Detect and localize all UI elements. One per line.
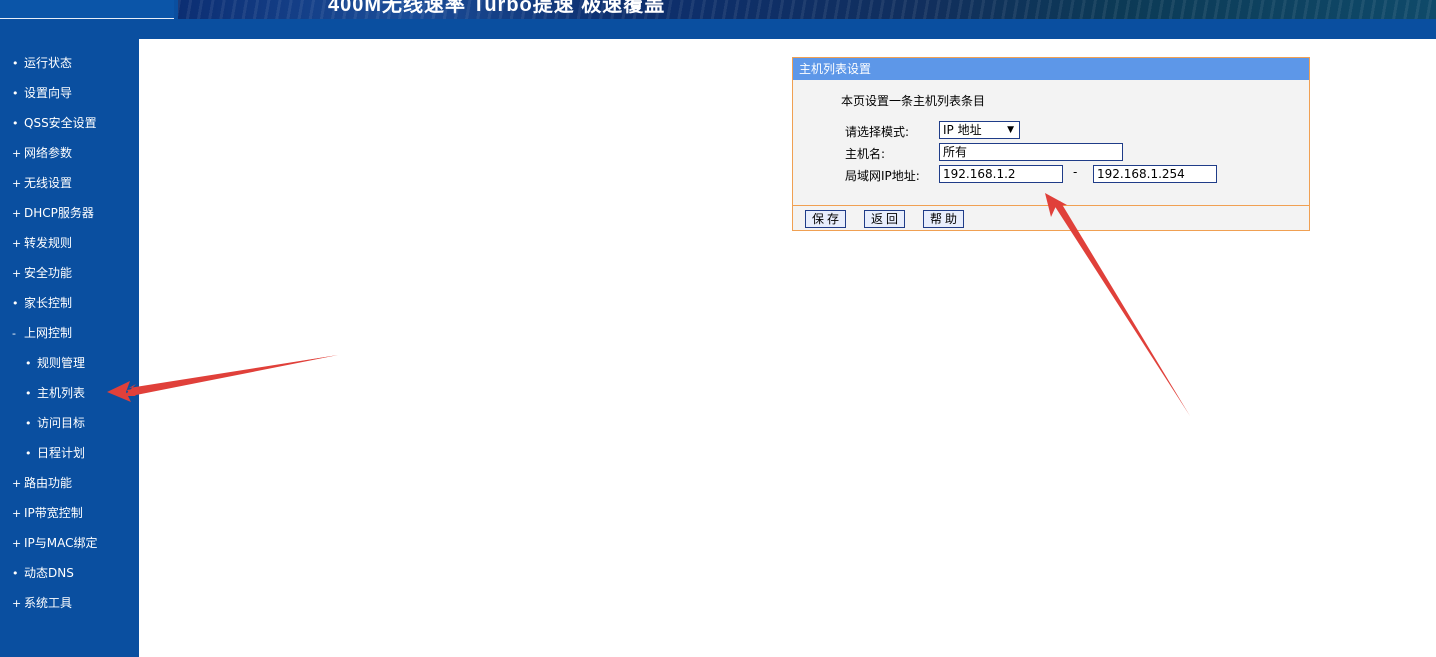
ip-range-separator: -: [1073, 165, 1078, 179]
panel-description: 本页设置一条主机列表条目: [841, 94, 986, 108]
nav-item-label: 规则管理: [37, 356, 86, 370]
ip-end-input[interactable]: 192.168.1.254: [1093, 165, 1217, 183]
nav-item-label: 无线设置: [24, 176, 73, 190]
bullet-icon: •: [25, 357, 32, 370]
nav-item-access-control[interactable]: - 上网控制: [12, 323, 72, 343]
nav-item-ddns[interactable]: • 动态DNS: [12, 563, 74, 583]
nav-item-label: 上网控制: [24, 326, 73, 340]
nav-item-wizard[interactable]: • 设置向导: [12, 83, 72, 103]
nav-item-wireless[interactable]: + 无线设置: [12, 173, 72, 193]
nav-item-label: 访问目标: [37, 416, 86, 430]
expand-icon: +: [12, 207, 22, 220]
expand-icon: +: [12, 507, 22, 520]
save-button[interactable]: 保存: [805, 210, 846, 228]
nav-item-label: QSS安全设置: [24, 116, 97, 130]
nav-item-label: 家长控制: [24, 296, 73, 310]
panel-title: 主机列表设置: [793, 58, 1309, 80]
bullet-icon: •: [12, 297, 19, 310]
nav-item-label: IP带宽控制: [24, 506, 83, 520]
nav-item-label: 路由功能: [24, 476, 73, 490]
nav-item-label: 运行状态: [24, 56, 73, 70]
banner-logo-strip: [0, 0, 174, 19]
nav-item-label: 主机列表: [37, 386, 86, 400]
expand-icon: +: [12, 267, 22, 280]
nav-item-security[interactable]: + 安全功能: [12, 263, 72, 283]
collapse-icon: -: [12, 327, 16, 340]
bullet-icon: •: [25, 387, 32, 400]
bullet-icon: •: [25, 447, 32, 460]
bullet-icon: •: [12, 567, 19, 580]
nav-item-network[interactable]: + 网络参数: [12, 143, 72, 163]
nav-item-label: 网络参数: [24, 146, 73, 160]
banner-slogan: 400M无线速率 Turbo提速 极速覆盖: [328, 0, 666, 16]
bullet-icon: •: [12, 87, 19, 100]
banner-image: 400M无线速率 Turbo提速 极速覆盖: [178, 0, 1436, 19]
help-button[interactable]: 帮助: [923, 210, 964, 228]
nav-item-label: IP与MAC绑定: [24, 536, 98, 550]
mode-label: 请选择模式:: [845, 125, 910, 139]
mode-select[interactable]: IP 地址 ▼: [939, 121, 1020, 139]
expand-icon: +: [12, 177, 22, 190]
nav-item-label: 系统工具: [24, 596, 73, 610]
back-button[interactable]: 返回: [864, 210, 905, 228]
nav-subitem-rules[interactable]: • 规则管理: [25, 353, 85, 373]
expand-icon: +: [12, 147, 22, 160]
bullet-icon: •: [12, 57, 19, 70]
nav-item-status[interactable]: • 运行状态: [12, 53, 72, 73]
nav-item-label: 转发规则: [24, 236, 73, 250]
nav-subitem-targets[interactable]: • 访问目标: [25, 413, 85, 433]
nav-item-label: 日程计划: [37, 446, 86, 460]
nav-item-label: 动态DNS: [24, 566, 74, 580]
expand-icon: +: [12, 597, 22, 610]
host-name-input[interactable]: 所有: [939, 143, 1123, 161]
nav-item-system-tools[interactable]: + 系统工具: [12, 593, 72, 613]
ip-start-input[interactable]: 192.168.1.2: [939, 165, 1063, 183]
expand-icon: +: [12, 237, 22, 250]
nav-item-parental[interactable]: • 家长控制: [12, 293, 72, 313]
nav-item-label: 安全功能: [24, 266, 73, 280]
nav-item-label: DHCP服务器: [24, 206, 94, 220]
nav-item-label: 设置向导: [24, 86, 73, 100]
nav-subitem-schedule[interactable]: • 日程计划: [25, 443, 85, 463]
panel-footer: 保存 返回 帮助: [793, 205, 1309, 231]
bullet-icon: •: [25, 417, 32, 430]
top-banner: 400M无线速率 Turbo提速 极速覆盖: [0, 0, 1436, 39]
expand-icon: +: [12, 477, 22, 490]
expand-icon: +: [12, 537, 22, 550]
nav-item-dhcp[interactable]: + DHCP服务器: [12, 203, 94, 223]
bullet-icon: •: [12, 117, 19, 130]
nav-item-qss[interactable]: • QSS安全设置: [12, 113, 97, 133]
nav-item-bandwidth[interactable]: + IP带宽控制: [12, 503, 83, 523]
host-name-label: 主机名:: [845, 147, 886, 161]
nav-subitem-host-list[interactable]: • 主机列表: [25, 383, 85, 403]
lan-ip-label: 局域网IP地址:: [845, 169, 920, 183]
nav-item-forwarding[interactable]: + 转发规则: [12, 233, 72, 253]
mode-select-value: IP 地址: [943, 123, 982, 137]
nav-item-ip-mac-binding[interactable]: + IP与MAC绑定: [12, 533, 98, 553]
host-list-settings-panel: 主机列表设置 本页设置一条主机列表条目 请选择模式: IP 地址 ▼ 主机名: …: [792, 57, 1310, 231]
nav-item-routing[interactable]: + 路由功能: [12, 473, 72, 493]
dropdown-arrow-icon: ▼: [1007, 125, 1014, 135]
